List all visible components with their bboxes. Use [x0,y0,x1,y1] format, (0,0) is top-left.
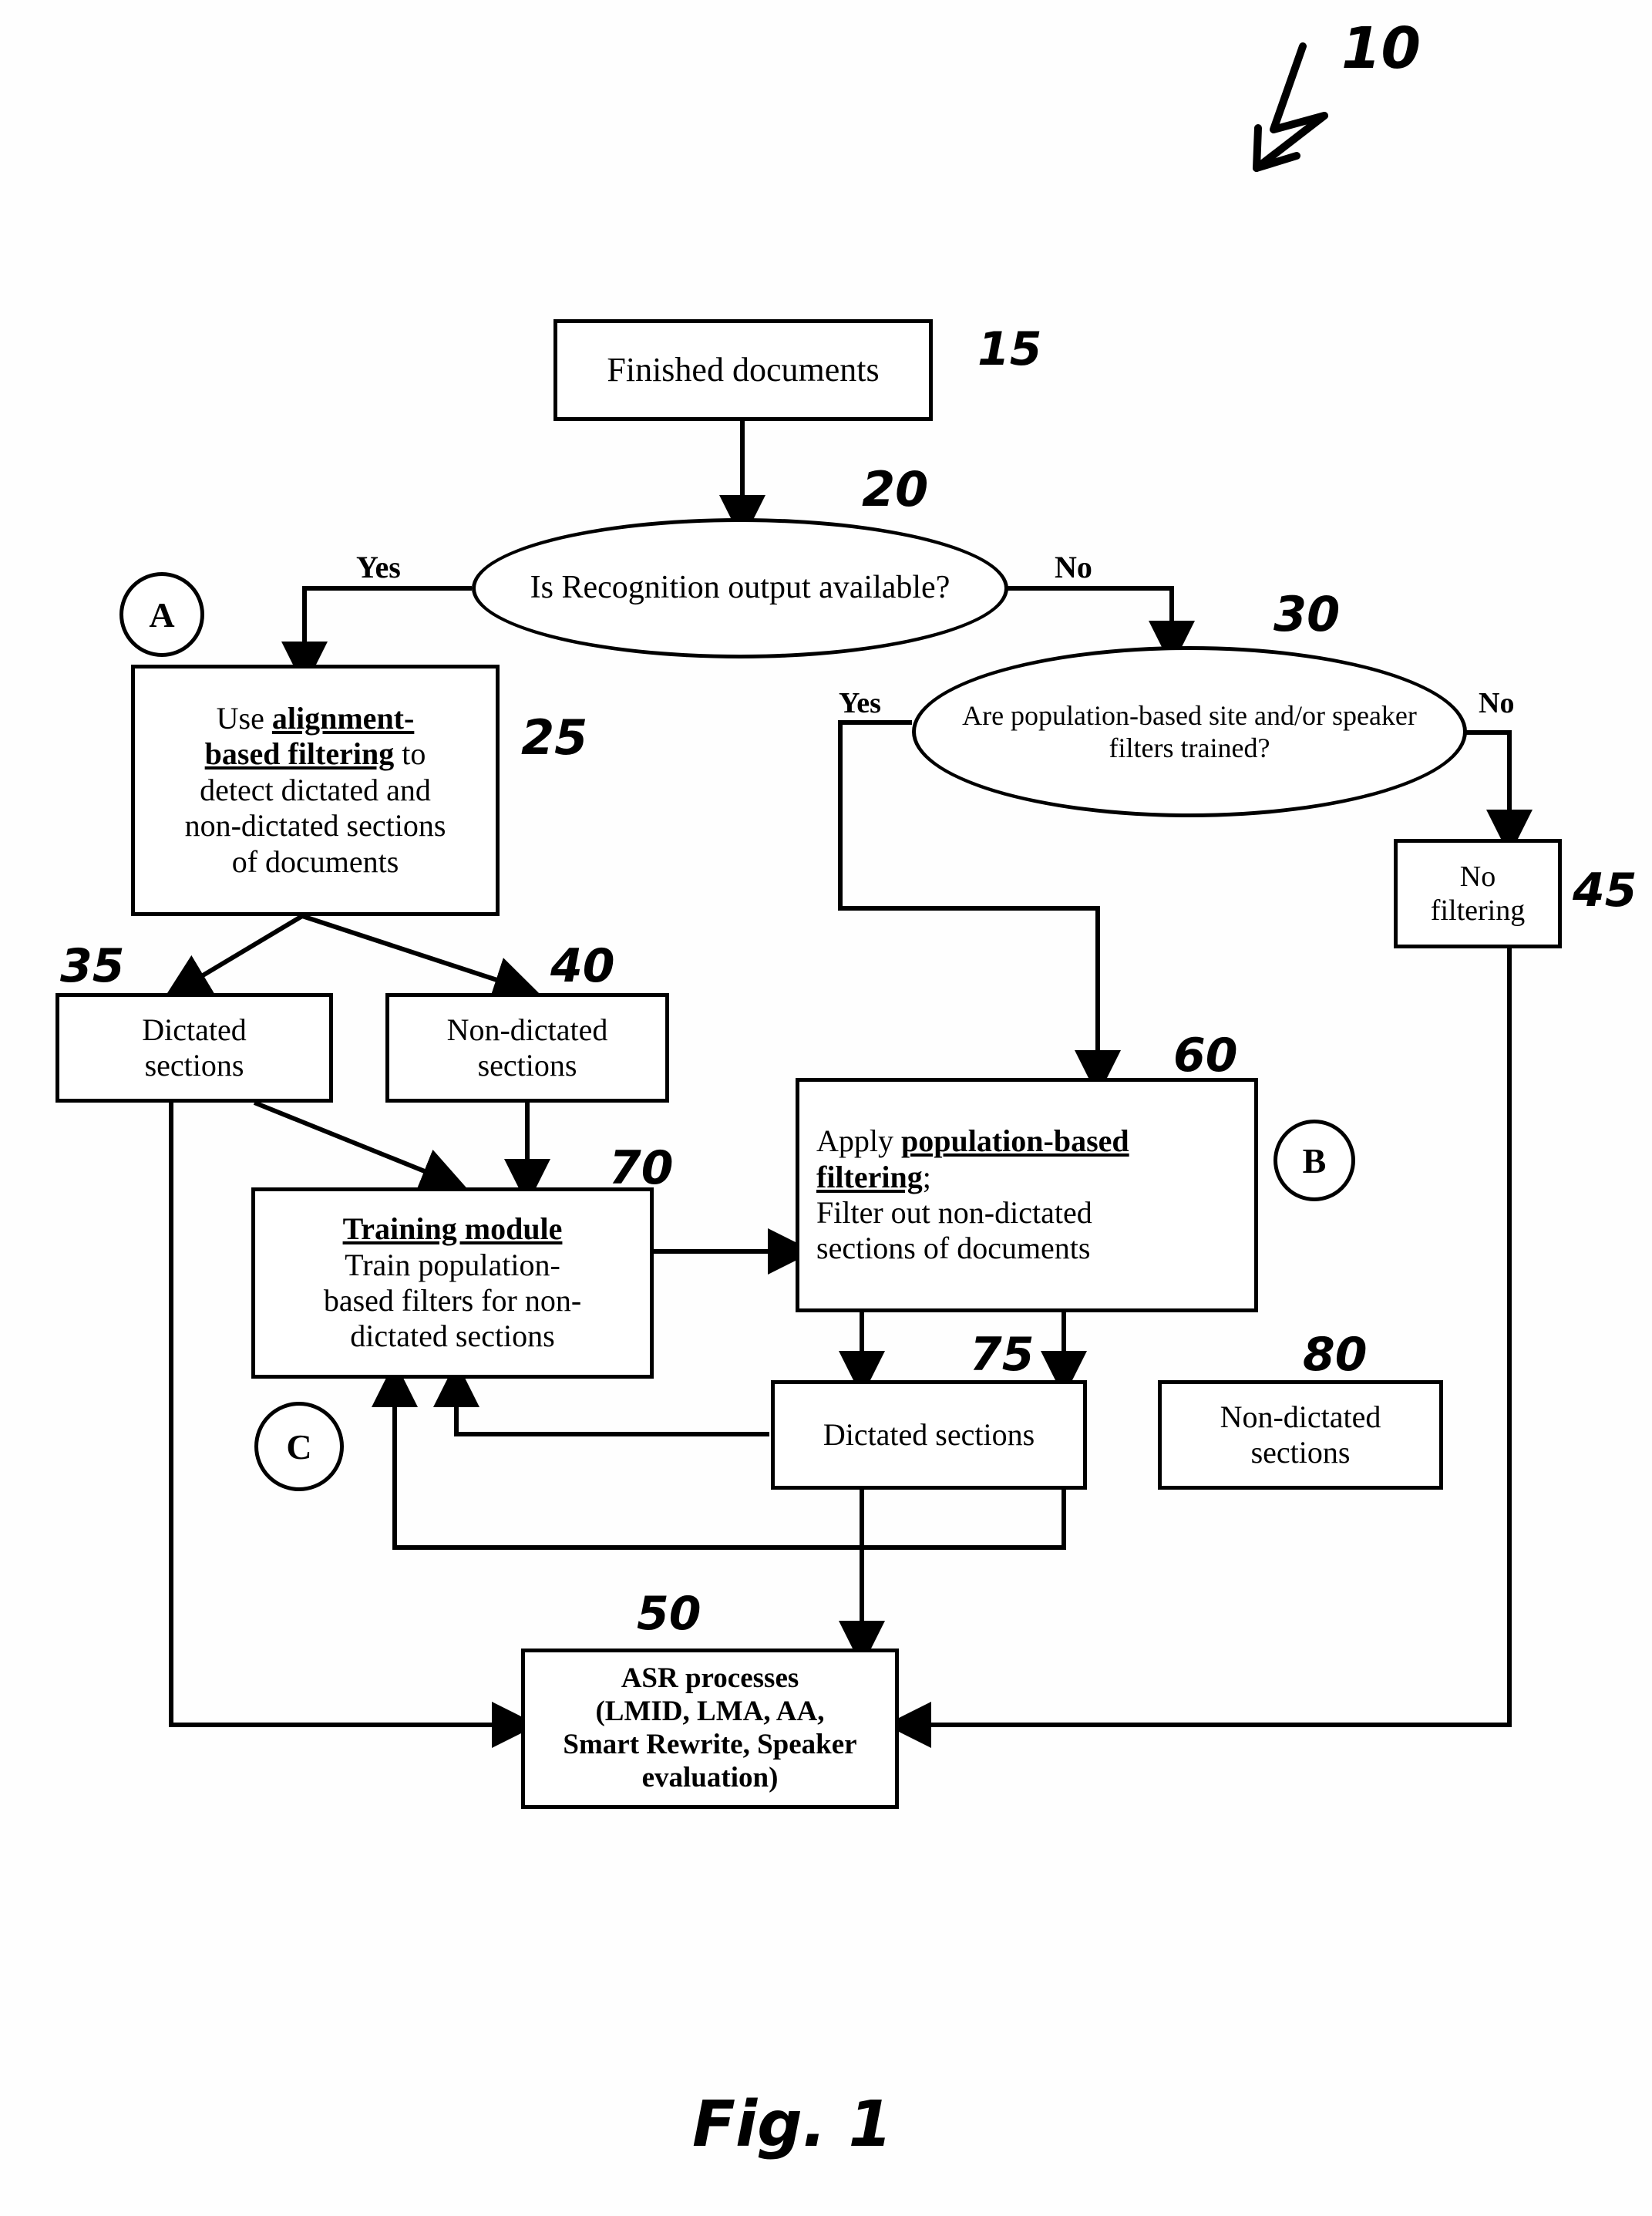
alignment-line3: detect dictated and [200,772,431,807]
decision-recognition-output-available: Is Recognition output available? [472,518,1008,658]
training-module-text: Training module Train population- based … [255,1211,650,1355]
connector-marker-c: C [254,1402,344,1491]
dictated-a-line1: Dictated [142,1012,247,1047]
edge-label-no-q30: No [1479,687,1515,719]
node-alignment-based-filtering: Use alignment- based filtering to detect… [131,665,500,916]
ref-number-60: 60 [1173,1029,1238,1083]
finished-documents-label: Finished documents [607,351,880,389]
training-module-line2: Train population- [345,1247,560,1282]
no-filtering-text: No filtering [1398,860,1558,928]
population-line1-plain: Apply [816,1123,901,1159]
node-non-dictated-sections-alignment: Non-dictated sections [385,993,669,1103]
edge-label-yes-q30: Yes [839,687,881,719]
asr-processes-text: ASR processes (LMID, LMA, AA, Smart Rewr… [525,1662,895,1795]
dictated-a-text: Dictated sections [59,1012,329,1084]
patent-figure-page: 10 Finished documents 15 Is Recognition … [0,0,1652,2216]
non-dictated-b-line1: Non-dictated [1220,1399,1381,1434]
ref-number-20: 20 [862,461,929,517]
arrow-q20-yes [281,586,472,688]
node-non-dictated-sections-population: Non-dictated sections [1158,1380,1443,1490]
marker-c-label: C [286,1426,312,1467]
population-line4: sections of documents [816,1231,1091,1266]
arrow-35-to-70 [253,1100,467,1193]
ref-number-30: 30 [1273,586,1341,642]
node-dictated-sections-alignment: Dictated sections [56,993,333,1103]
alignment-line2-plain: to [394,736,426,772]
ref-number-35: 35 [60,939,125,993]
population-line2-plain: ; [922,1159,931,1194]
ref-number-75: 75 [970,1328,1035,1382]
training-module-title: Training module [342,1211,563,1247]
ref-number-10: 10 [1341,15,1421,82]
connector-marker-b: B [1273,1120,1355,1201]
alignment-line2-bold: based filtering [204,736,395,772]
no-filtering-line2: filtering [1430,894,1526,927]
figure-caption: Fig. 1 [692,2088,893,2161]
asr-line4: evaluation) [641,1761,779,1793]
edge-label-yes-q20: Yes [356,550,401,584]
alignment-line1-plain: Use [216,701,272,736]
dictated-a-line2: sections [144,1048,244,1083]
decision-20-label: Is Recognition output available? [530,570,950,606]
non-dictated-b-line2: sections [1250,1435,1351,1470]
arrow-q20-no [1007,586,1195,667]
ref-number-15: 15 [977,322,1042,376]
marker-a-label: A [149,594,175,635]
alignment-line4: non-dictated sections [184,808,446,844]
population-line3: Filter out non-dictated [816,1195,1092,1230]
ref-number-70: 70 [609,1141,674,1195]
node-no-filtering: No filtering [1394,839,1562,948]
arrow-25-to-35 [163,914,304,999]
non-dictated-b-text: Non-dictated sections [1162,1399,1439,1471]
node-asr-processes: ASR processes (LMID, LMA, AA, Smart Rewr… [521,1649,899,1809]
training-module-line4: dictated sections [350,1318,555,1354]
connector-marker-a: A [119,572,204,657]
asr-line1: ASR processes [621,1662,799,1695]
non-dictated-a-line1: Non-dictated [446,1012,608,1047]
arrow-25-to-40 [301,914,540,1002]
arrow-q30-no [1466,730,1533,856]
alignment-line5: of documents [231,844,399,879]
non-dictated-a-line2: sections [477,1048,577,1083]
decision-30-label: Are population-based site and/or speaker… [962,699,1417,763]
marker-b-label: B [1302,1140,1327,1180]
training-module-line3: based filters for non- [323,1283,582,1318]
ref-number-50: 50 [637,1587,702,1641]
arrow-75-to-70-feedback [433,1361,769,1436]
alignment-line1-bold: alignment- [271,701,415,736]
ref-number-40: 40 [550,939,615,993]
node-finished-documents: Finished documents [553,319,933,421]
no-filtering-line1: No [1459,860,1496,893]
non-dictated-a-text: Non-dictated sections [389,1012,665,1084]
node-apply-population-based-filtering: Apply population-based filtering; Filter… [796,1078,1258,1312]
asr-line2: (LMID, LMA, AA, [595,1696,825,1728]
population-line1-bold: population-based [901,1123,1129,1159]
alignment-box-text: Use alignment- based filtering to detect… [135,701,496,880]
node-training-module: Training module Train population- based … [251,1187,654,1379]
edge-label-no-q20: No [1055,550,1092,584]
ref-number-25: 25 [521,709,588,766]
asr-line3: Smart Rewrite, Speaker [563,1729,857,1760]
decision-population-filters-trained: Are population-based site and/or speaker… [912,646,1467,817]
ref-number-45: 45 [1573,864,1637,918]
population-filtering-text: Apply population-based filtering; Filter… [799,1123,1254,1267]
node-dictated-sections-population: Dictated sections [771,1380,1087,1490]
population-line2-bold: filtering [816,1159,923,1194]
dictated-b-label: Dictated sections [823,1416,1035,1452]
ref-number-80: 80 [1303,1328,1368,1382]
